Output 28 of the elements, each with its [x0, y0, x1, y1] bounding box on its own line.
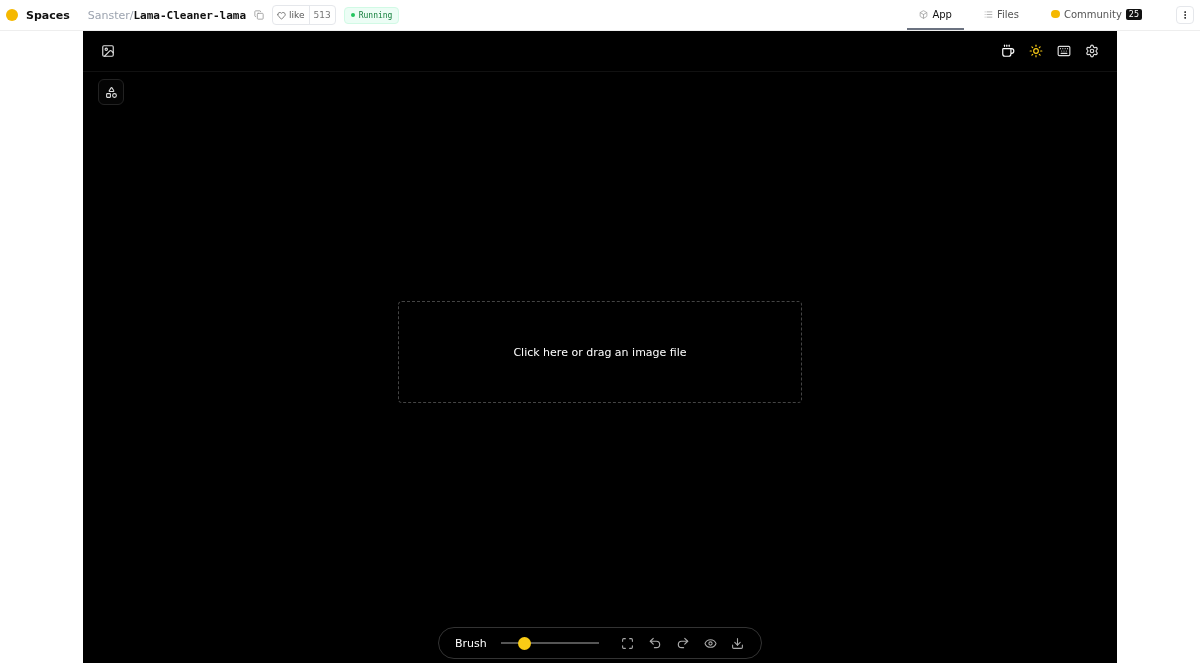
coffee-icon[interactable] — [1001, 44, 1015, 58]
image-dropzone[interactable]: Click here or drag an image file — [398, 301, 802, 403]
list-icon — [983, 9, 993, 19]
slider-thumb[interactable] — [517, 636, 531, 650]
path-separator: / — [129, 8, 134, 22]
settings-icon[interactable] — [1085, 44, 1099, 58]
shapes-icon — [104, 85, 118, 99]
redo-icon[interactable] — [675, 636, 690, 650]
sun-icon[interactable] — [1029, 44, 1043, 58]
spaces-link[interactable]: Spaces — [26, 8, 70, 22]
logo — [6, 9, 18, 21]
cube-icon — [919, 9, 929, 19]
repo-link[interactable]: Lama-Cleaner-lama — [133, 8, 247, 22]
fullscreen-icon[interactable] — [620, 636, 634, 650]
brush-label: Brush — [455, 636, 487, 650]
heart-icon — [277, 10, 287, 20]
keyboard-icon[interactable] — [1057, 44, 1071, 58]
eye-icon[interactable] — [703, 636, 717, 650]
community-icon — [1050, 10, 1060, 18]
nav-tab[interactable]: Files — [971, 0, 1031, 30]
plugins-button[interactable] — [98, 79, 124, 105]
undo-icon[interactable] — [647, 636, 662, 650]
more-button[interactable] — [1176, 6, 1194, 24]
nav-tab[interactable]: Community 25 — [1038, 0, 1154, 30]
image-icon[interactable] — [101, 44, 115, 58]
like-button[interactable]: like 513 — [272, 5, 336, 25]
status-badge: Running — [343, 6, 400, 24]
download-icon[interactable] — [730, 636, 744, 650]
